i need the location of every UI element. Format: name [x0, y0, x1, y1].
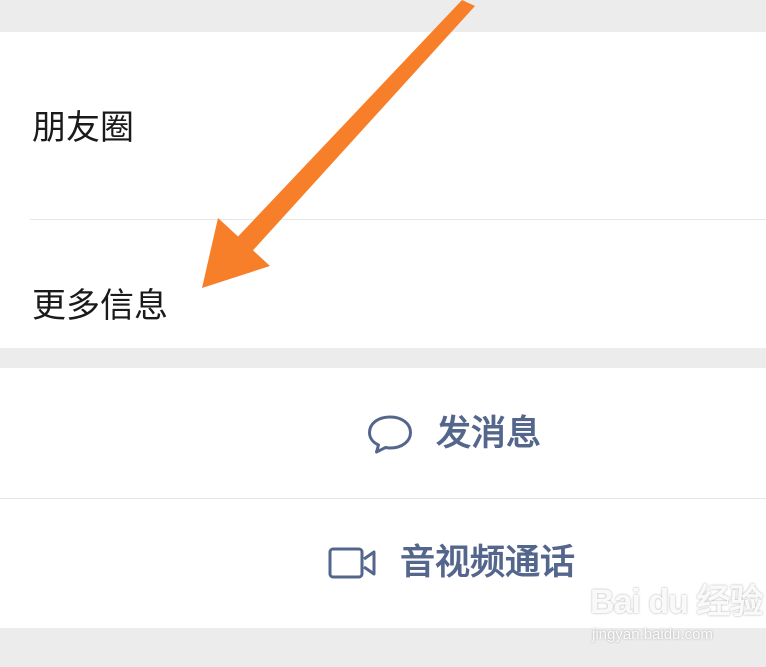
av-call-content: 音视频通话: [328, 543, 575, 583]
baidu-jingyan-watermark: Bai du 经验 jingyan.baidu.com: [590, 582, 763, 652]
av-call-label: 音视频通话: [400, 543, 576, 583]
more-info-label: 更多信息: [32, 286, 168, 326]
profile-section: 朋友圈 更多信息: [0, 32, 766, 348]
video-camera-icon: [328, 545, 378, 581]
watermark-brand: Bai du 经验: [590, 583, 763, 621]
watermark-url: jingyan.baidu.com: [592, 626, 713, 643]
send-message-label: 发消息: [436, 414, 542, 454]
send-message-content: 发消息: [366, 413, 541, 455]
more-info-row[interactable]: 更多信息: [0, 220, 766, 348]
moments-row[interactable]: 朋友圈: [0, 32, 766, 220]
chat-bubble-icon: [366, 413, 414, 455]
send-message-button[interactable]: 发消息: [0, 368, 766, 498]
top-spacer: [0, 0, 766, 32]
moments-label: 朋友圈: [32, 108, 134, 148]
